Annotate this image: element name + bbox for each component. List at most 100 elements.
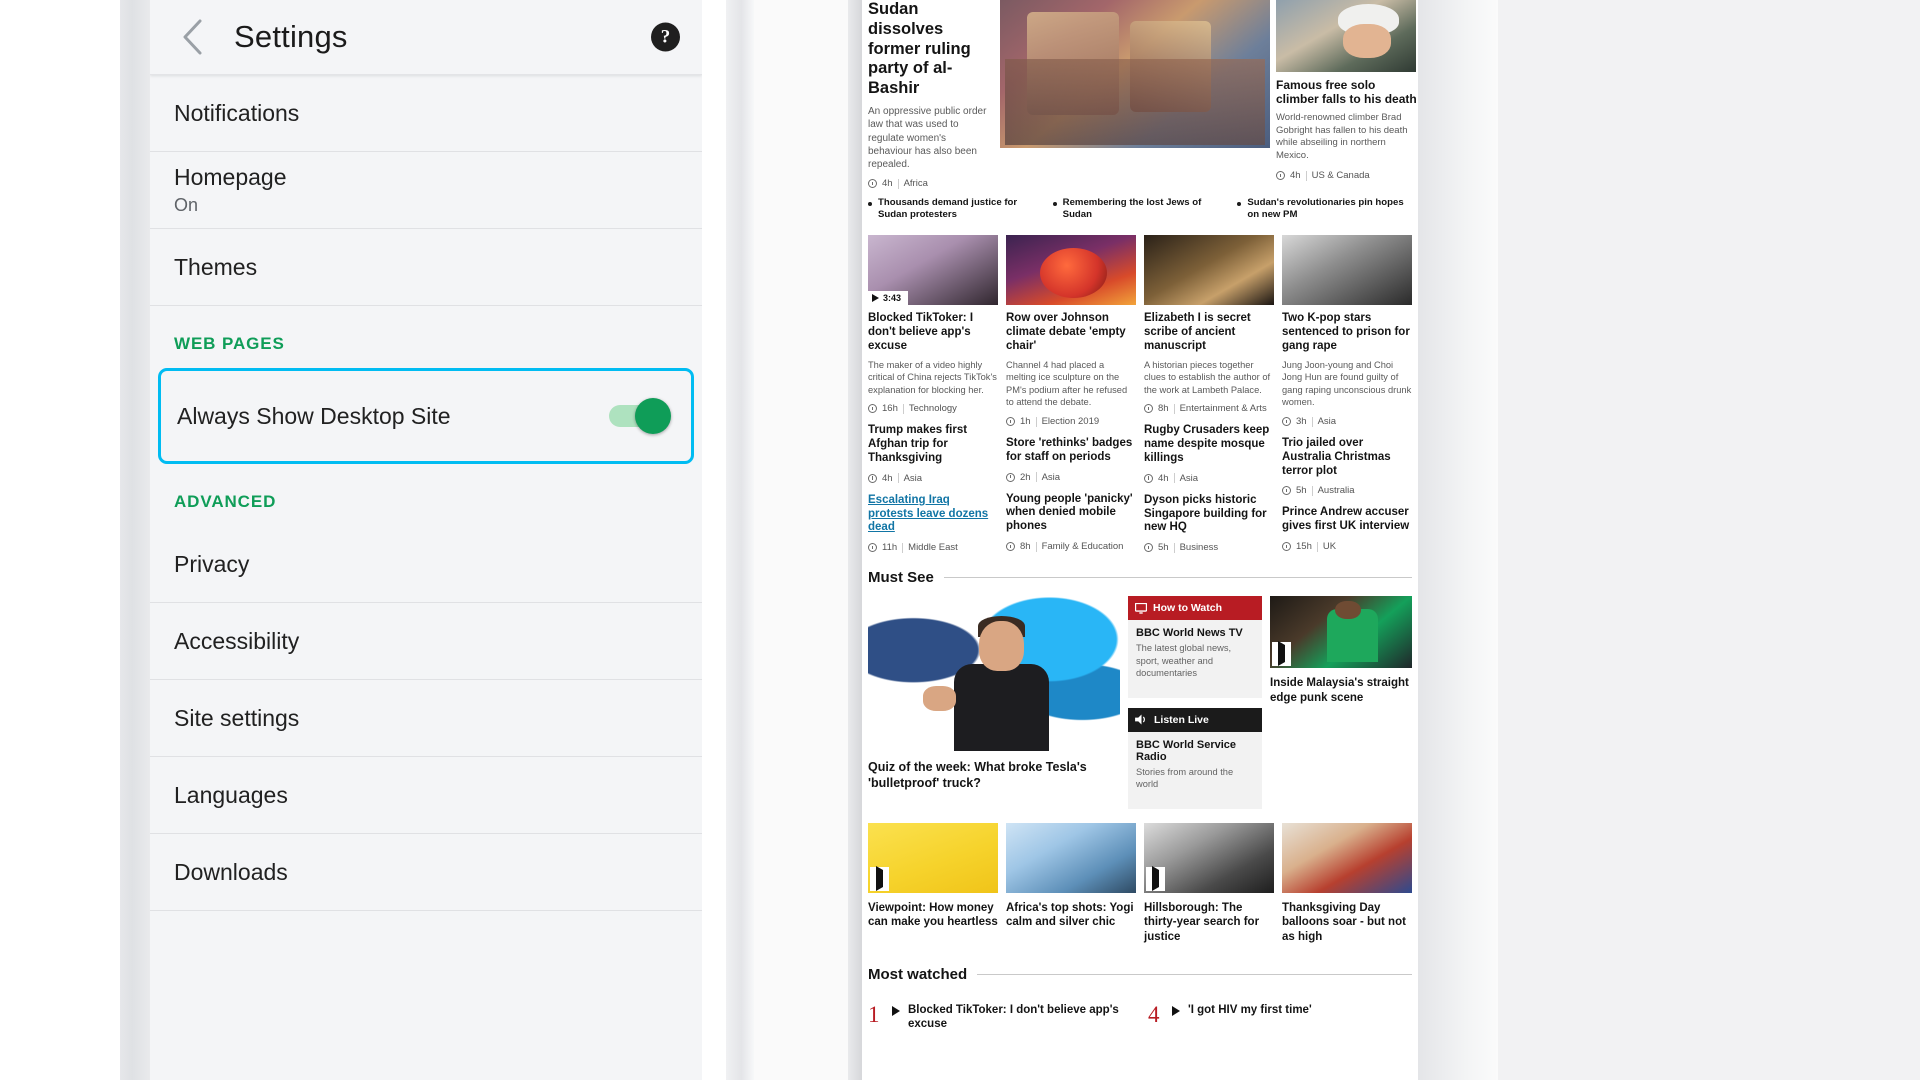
most-watched-title: 'I got HIV my first time' bbox=[1188, 1004, 1312, 1017]
desktop-site-toggle[interactable] bbox=[609, 398, 671, 434]
play-icon bbox=[876, 865, 883, 891]
list-item[interactable]: Remembering the lost Jews of Sudan bbox=[1052, 197, 1228, 221]
hero-image[interactable] bbox=[1000, 0, 1270, 148]
must-see-feature-caption: Quiz of the week: What broke Tesla's 'bu… bbox=[868, 760, 1087, 790]
video-card[interactable]: Thanksgiving Day balloons soar - but not… bbox=[1282, 822, 1412, 944]
clock-icon bbox=[1006, 542, 1015, 551]
related-links-row: Thousands demand justice for Sudan prote… bbox=[862, 189, 1418, 221]
page-gutter-right bbox=[1418, 0, 1498, 1080]
must-see-feature-image[interactable] bbox=[868, 596, 1120, 752]
chevron-left-icon[interactable] bbox=[172, 16, 214, 58]
page-background-right bbox=[1498, 0, 1920, 1080]
hero-side-block[interactable]: Famous free solo climber falls to his de… bbox=[1270, 0, 1418, 189]
video-thumbnail[interactable] bbox=[1006, 822, 1136, 893]
play-button[interactable] bbox=[1272, 641, 1291, 667]
news-card[interactable]: Two K-pop stars sentenced to prison for … bbox=[1282, 235, 1412, 553]
hero-text-block[interactable]: Sudan dissolves former ruling party of a… bbox=[862, 0, 1000, 189]
listen-live-body[interactable]: BBC World Service Radio Stories from aro… bbox=[1128, 731, 1262, 809]
related-link-label: Sudan's revolutionaries pin hopes on new… bbox=[1247, 197, 1404, 221]
news-card[interactable]: Row over Johnson climate debate 'empty c… bbox=[1006, 235, 1136, 553]
hero-side-meta: 4h US & Canada bbox=[1276, 170, 1418, 181]
news-category: Asia bbox=[903, 472, 923, 484]
sidebar-item-notifications[interactable]: Notifications bbox=[150, 75, 702, 152]
news-tertiary-headline[interactable]: Dyson picks historic Singapore building … bbox=[1144, 494, 1274, 535]
news-thumbnail[interactable] bbox=[1006, 235, 1136, 306]
news-card[interactable]: Elizabeth I is secret scribe of ancient … bbox=[1144, 235, 1274, 553]
how-to-watch-body[interactable]: BBC World News TV The latest global news… bbox=[1128, 620, 1262, 698]
meta-divider bbox=[1035, 416, 1037, 427]
news-thumbnail[interactable] bbox=[1282, 235, 1412, 306]
sidebar-item-accessibility[interactable]: Accessibility bbox=[150, 603, 702, 680]
list-item[interactable]: 4 'I got HIV my first time' bbox=[1148, 1003, 1412, 1026]
sidebar-item-label: Themes bbox=[174, 253, 258, 280]
news-thumbnail[interactable] bbox=[1144, 235, 1274, 306]
sidebar-item-privacy[interactable]: Privacy bbox=[150, 526, 702, 603]
news-tertiary-headline[interactable]: Prince Andrew accuser gives first UK int… bbox=[1282, 506, 1412, 534]
news-thumbnail[interactable]: 3:43 bbox=[868, 235, 998, 306]
news-tertiary-headline[interactable]: Young people 'panicky' when denied mobil… bbox=[1006, 493, 1136, 534]
sidebar-item-label: Accessibility bbox=[174, 627, 300, 654]
meta-divider bbox=[902, 542, 904, 553]
list-item[interactable]: Sudan's revolutionaries pin hopes on new… bbox=[1237, 197, 1412, 221]
section-header-must-see: Must See bbox=[862, 553, 1418, 596]
sidebar-item-homepage[interactable]: Homepage On bbox=[150, 152, 702, 229]
video-card[interactable]: Africa's top shots: Yogi calm and silver… bbox=[1006, 822, 1136, 944]
news-secondary-headline[interactable]: Trump makes first Afghan trip for Thanks… bbox=[868, 424, 998, 465]
help-icon[interactable]: ? bbox=[651, 22, 680, 52]
sidebar-item-downloads[interactable]: Downloads bbox=[150, 834, 702, 911]
news-headline: Row over Johnson climate debate 'empty c… bbox=[1006, 312, 1126, 353]
video-card[interactable]: Hillsborough: The thirty-year search for… bbox=[1144, 822, 1274, 944]
rank-number: 1 bbox=[868, 1002, 880, 1028]
clock-icon bbox=[1282, 417, 1291, 427]
news-category: Middle East bbox=[908, 542, 958, 554]
list-item[interactable]: 1 Blocked TikToker: I don't believe app'… bbox=[868, 1003, 1132, 1032]
news-time: 1h bbox=[1020, 416, 1031, 428]
listen-live-banner[interactable]: Listen Live bbox=[1128, 707, 1262, 732]
news-secondary-headline[interactable]: Store 'rethinks' badges for staff on per… bbox=[1006, 437, 1136, 465]
video-thumbnail[interactable] bbox=[868, 822, 998, 893]
news-time: 5h bbox=[1158, 542, 1169, 554]
sidebar-item-sublabel: On bbox=[174, 195, 199, 215]
bottom-thumbnail-grid: Viewpoint: How money can make you heartl… bbox=[862, 809, 1418, 944]
sidebar-item-themes[interactable]: Themes bbox=[150, 229, 702, 306]
news-summary: The maker of a video highly critical of … bbox=[868, 359, 997, 395]
meta-divider bbox=[1305, 170, 1307, 181]
setting-always-show-desktop-site[interactable]: Always Show Desktop Site bbox=[158, 368, 694, 464]
page-gutter-left bbox=[754, 0, 862, 1080]
news-tertiary-headline[interactable]: Escalating Iraq protests leave dozens de… bbox=[868, 494, 998, 535]
most-watched-list: 1 Blocked TikToker: I don't believe app'… bbox=[862, 993, 1418, 1032]
video-thumbnail[interactable] bbox=[1144, 822, 1274, 893]
clock-icon bbox=[1282, 542, 1291, 551]
how-to-watch-desc: The latest global news, sport, weather a… bbox=[1136, 643, 1232, 679]
sidebar-item-languages[interactable]: Languages bbox=[150, 757, 702, 834]
section-header-advanced: ADVANCED bbox=[174, 492, 277, 511]
must-see-side-card[interactable]: Inside Malaysia's straight edge punk sce… bbox=[1270, 596, 1412, 809]
hero-side-headline: Famous free solo climber falls to his de… bbox=[1276, 78, 1417, 107]
play-button[interactable] bbox=[870, 865, 889, 891]
news-card[interactable]: 3:43 Blocked TikToker: I don't believe a… bbox=[868, 235, 998, 553]
list-item[interactable]: Thousands demand justice for Sudan prote… bbox=[868, 197, 1043, 221]
how-to-watch-banner[interactable]: How to Watch bbox=[1128, 596, 1262, 621]
play-icon bbox=[1172, 1006, 1180, 1017]
must-see-feature[interactable]: Quiz of the week: What broke Tesla's 'bu… bbox=[868, 596, 1120, 809]
must-see-side-image[interactable] bbox=[1270, 596, 1412, 669]
meta-divider bbox=[897, 178, 899, 189]
play-button[interactable] bbox=[1146, 865, 1165, 891]
meta-divider bbox=[1316, 541, 1318, 552]
video-card[interactable]: Viewpoint: How money can make you heartl… bbox=[868, 822, 998, 944]
news-time: 16h bbox=[882, 403, 898, 415]
sidebar-item-site-settings[interactable]: Site settings bbox=[150, 680, 702, 757]
clock-icon bbox=[1282, 486, 1291, 496]
news-category: Technology bbox=[908, 403, 957, 415]
news-meta: 16h Technology bbox=[868, 403, 998, 414]
news-time: 2h bbox=[1020, 471, 1031, 483]
meta-divider bbox=[1311, 485, 1313, 496]
hero-meta: 4h Africa bbox=[868, 178, 992, 189]
news-time: 5h bbox=[1296, 485, 1307, 497]
must-see-side-caption: Inside Malaysia's straight edge punk sce… bbox=[1270, 677, 1409, 704]
hero-side-image[interactable] bbox=[1276, 0, 1416, 72]
video-thumbnail[interactable] bbox=[1282, 822, 1412, 893]
news-secondary-headline[interactable]: Trio jailed over Australia Christmas ter… bbox=[1282, 437, 1412, 478]
news-secondary-headline[interactable]: Rugby Crusaders keep name despite mosque… bbox=[1144, 424, 1274, 465]
section-title: Must See bbox=[868, 569, 934, 587]
